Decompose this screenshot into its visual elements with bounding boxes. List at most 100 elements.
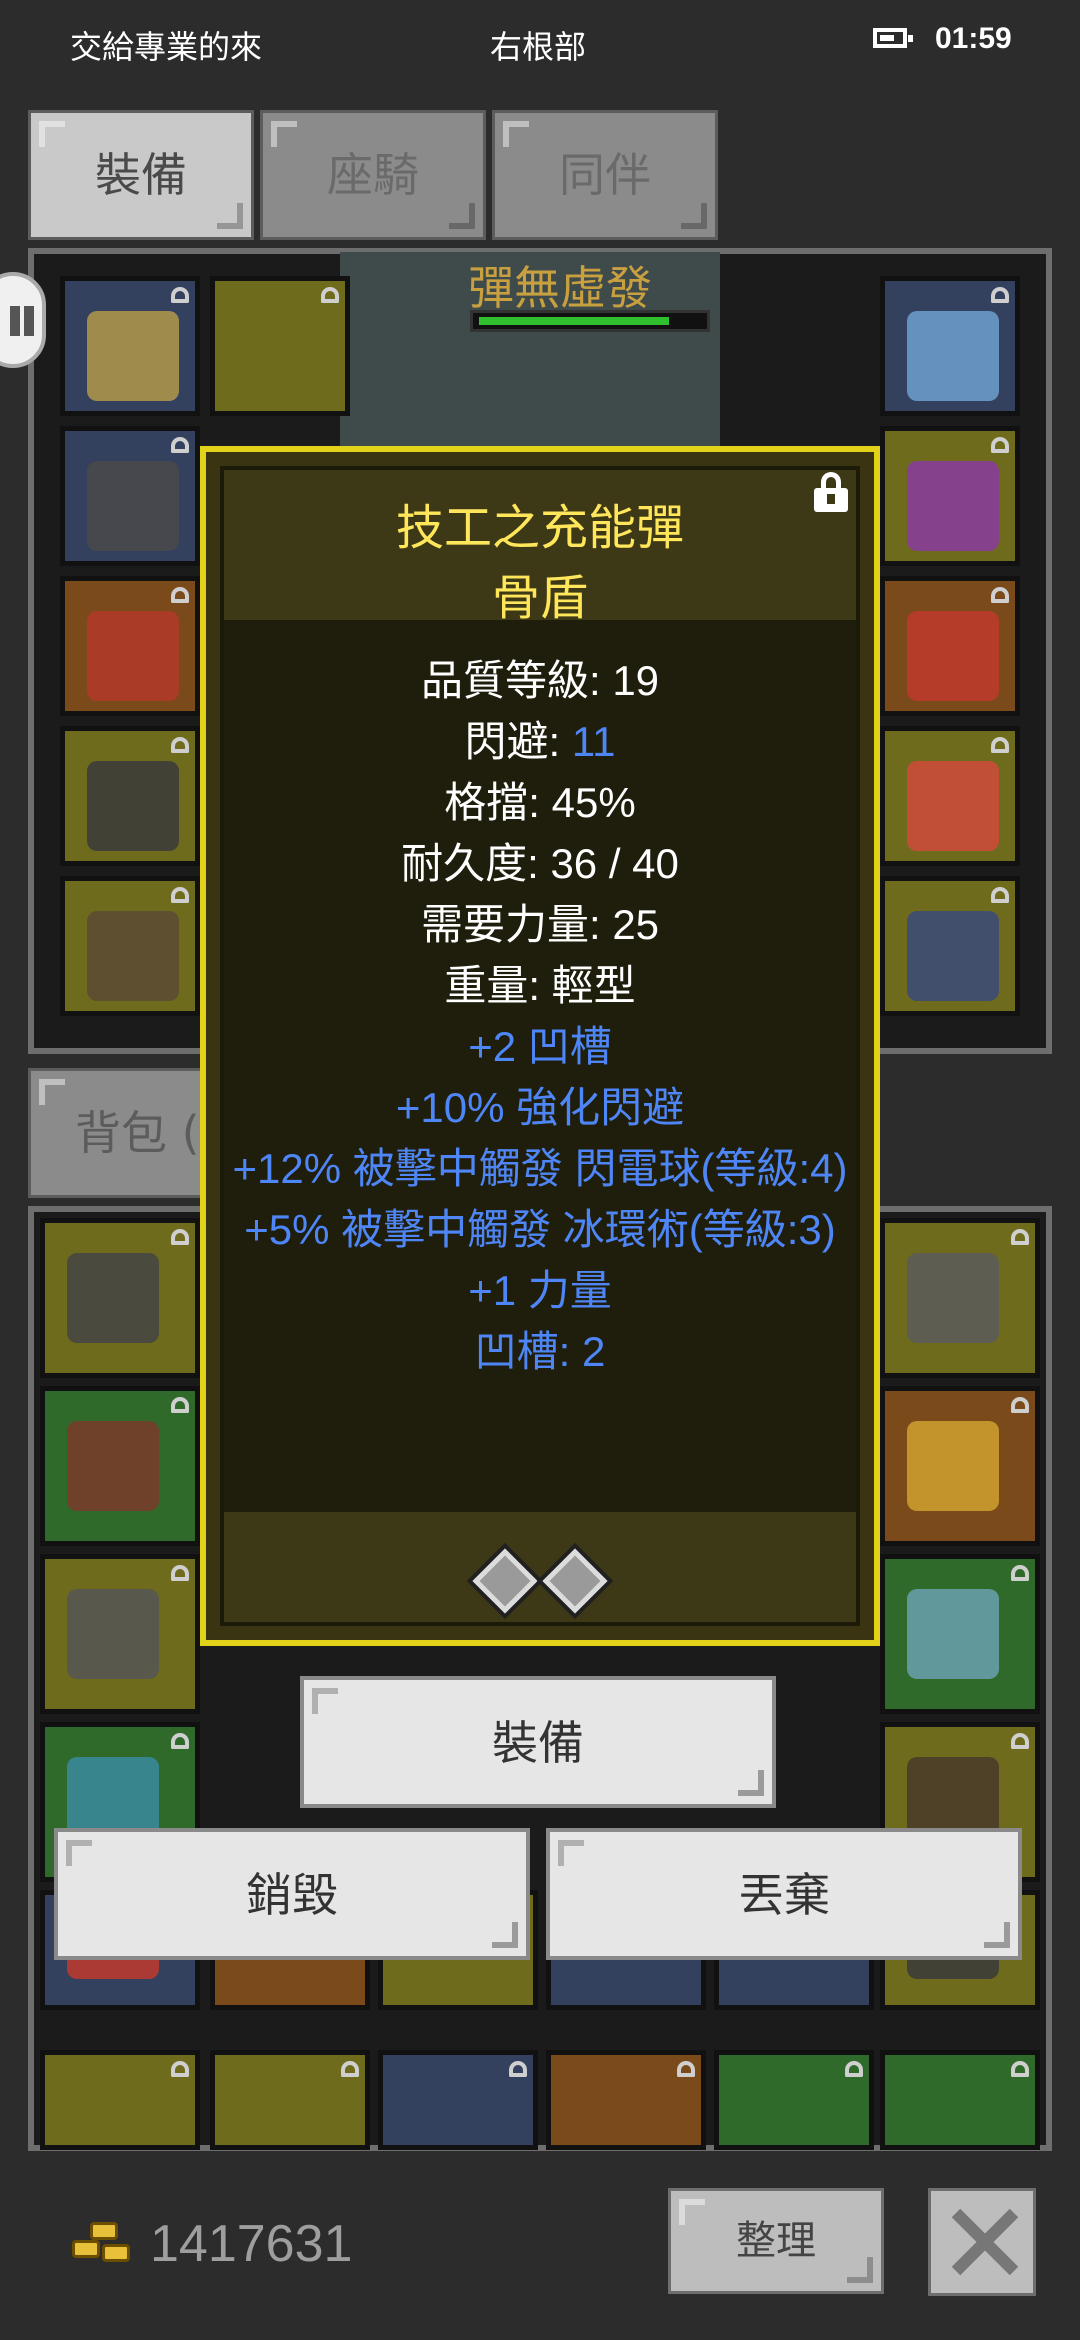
equip-slot-pet[interactable] (880, 876, 1020, 1016)
stat-weight: 重量: 輕型 (444, 962, 636, 1009)
socket-icon (472, 1548, 538, 1614)
lock-icon (991, 887, 1009, 903)
status-bar: 交給專業的來 右根部 01:59 (0, 0, 1080, 84)
lock-icon (1011, 2061, 1029, 2077)
item-tooltip: 技工之充能彈 骨盾 品質等級: 19 閃避: 11 格擋: 45% 耐久度: 3… (200, 446, 880, 1646)
bag-slot[interactable] (714, 2050, 874, 2150)
equip-slot-helmet[interactable] (60, 276, 200, 416)
health-bar (470, 310, 710, 332)
destroy-button[interactable]: 銷毀 (54, 1828, 530, 1960)
tab-equipment[interactable]: 裝備 (28, 110, 254, 240)
tab-label: 背包 ( (75, 1106, 200, 1160)
boots-icon (87, 761, 179, 851)
book-icon (907, 761, 999, 851)
stat-dodge: 閃避: 11 (464, 718, 616, 765)
mod-line: +10% 強化閃避 (395, 1084, 685, 1131)
equip-button-label: 裝備 (492, 1716, 584, 1770)
stat-durability: 耐久度: 36 / 40 (401, 840, 679, 887)
lock-icon (171, 2061, 189, 2077)
sword-icon (907, 1421, 999, 1511)
lock-icon (171, 587, 189, 603)
lock-icon (171, 287, 189, 303)
equip-slot-ring-2[interactable] (880, 576, 1020, 716)
mask-icon (67, 1421, 159, 1511)
item-name: 技工之充能彈 (395, 500, 684, 556)
socket-icon (542, 1548, 608, 1614)
item-stats: 品質等級: 19 閃避: 11 格擋: 45% 耐久度: 36 / 40 需要力… (206, 650, 874, 1382)
equip-slot-boots[interactable] (60, 726, 200, 866)
lock-icon (677, 2061, 695, 2077)
bird-icon (907, 911, 999, 1001)
bag-slot[interactable] (378, 2050, 538, 2150)
boss-banner-text: 彈無虛發 (468, 261, 652, 315)
status-time: 01:59 (935, 22, 1012, 55)
lock-icon (1011, 1397, 1029, 1413)
ring-icon (907, 461, 999, 551)
gold-icon (72, 2222, 136, 2272)
lock-icon (341, 2061, 359, 2077)
status-left-text: 交給專業的來 (70, 28, 263, 66)
mod-line: +12% 被擊中觸發 閃電球(等級:4) (232, 1145, 848, 1192)
drop-button-label: 丟棄 (738, 1868, 830, 1922)
item-type: 骨盾 (491, 570, 588, 626)
mod-line: +5% 被擊中觸發 冰環術(等級:3) (244, 1206, 836, 1253)
gold-amount: 1417631 (150, 2215, 353, 2273)
lock-icon (1011, 1229, 1029, 1245)
mod-line: +2 凹槽 (468, 1023, 612, 1070)
socket-row (206, 1548, 874, 1618)
gauntlet-icon (907, 1589, 999, 1679)
lock-icon (171, 887, 189, 903)
stat-block: 格擋: 45% (444, 779, 636, 826)
equip-button[interactable]: 裝備 (300, 1676, 776, 1808)
spear-icon (67, 1589, 159, 1679)
equip-slot-ring-1[interactable] (880, 426, 1020, 566)
amulet-icon (907, 311, 999, 401)
mod-line: +1 力量 (468, 1267, 612, 1314)
tab-label: 座騎 (327, 148, 419, 202)
tab-label: 同伴 (559, 148, 651, 202)
lock-icon (991, 437, 1009, 453)
equip-slot-armor[interactable] (60, 426, 200, 566)
lock-icon (845, 2061, 863, 2077)
helmet-icon (87, 311, 179, 401)
close-icon[interactable] (928, 2188, 1036, 2296)
destroy-button-label: 銷毀 (246, 1868, 338, 1922)
battery-icon (873, 28, 913, 48)
sort-button-label: 整理 (736, 2218, 816, 2264)
armor-icon (67, 1253, 159, 1343)
sort-button[interactable]: 整理 (668, 2188, 884, 2294)
lock-icon (991, 287, 1009, 303)
bag-slot[interactable] (210, 2050, 370, 2150)
bag-slot[interactable] (40, 1218, 200, 1378)
bag-slot[interactable] (880, 1218, 1040, 1378)
lock-icon (1011, 1733, 1029, 1749)
ring-icon (907, 611, 999, 701)
equip-slot-book[interactable] (880, 726, 1020, 866)
bag-slot[interactable] (880, 1386, 1040, 1546)
lock-icon (991, 737, 1009, 753)
tab-companion[interactable]: 同伴 (492, 110, 718, 240)
tab-label: 裝備 (95, 148, 187, 202)
status-center-text: 右根部 (490, 28, 587, 66)
side-drawer-handle[interactable] (0, 272, 46, 368)
equip-slot-gloves[interactable] (60, 576, 200, 716)
stat-quality: 品質等級: 19 (420, 657, 660, 704)
equip-slot-belt[interactable] (60, 876, 200, 1016)
drop-button[interactable]: 丟棄 (546, 1828, 1022, 1960)
equip-slot-weapon[interactable] (210, 276, 350, 416)
lock-icon (171, 1733, 189, 1749)
bag-slot[interactable] (880, 2050, 1040, 2150)
equip-slot-amulet[interactable] (880, 276, 1020, 416)
bag-slot[interactable] (880, 1554, 1040, 1714)
lock-icon (1011, 1565, 1029, 1581)
lock-icon (171, 1229, 189, 1245)
lock-icon (171, 1397, 189, 1413)
tab-mount[interactable]: 座騎 (260, 110, 486, 240)
bag-slot[interactable] (40, 1554, 200, 1714)
gloves-icon (87, 611, 179, 701)
lock-icon (171, 1565, 189, 1581)
lock-icon (509, 2061, 527, 2077)
bag-slot[interactable] (40, 1386, 200, 1546)
bag-slot[interactable] (40, 2050, 200, 2150)
bag-slot[interactable] (546, 2050, 706, 2150)
